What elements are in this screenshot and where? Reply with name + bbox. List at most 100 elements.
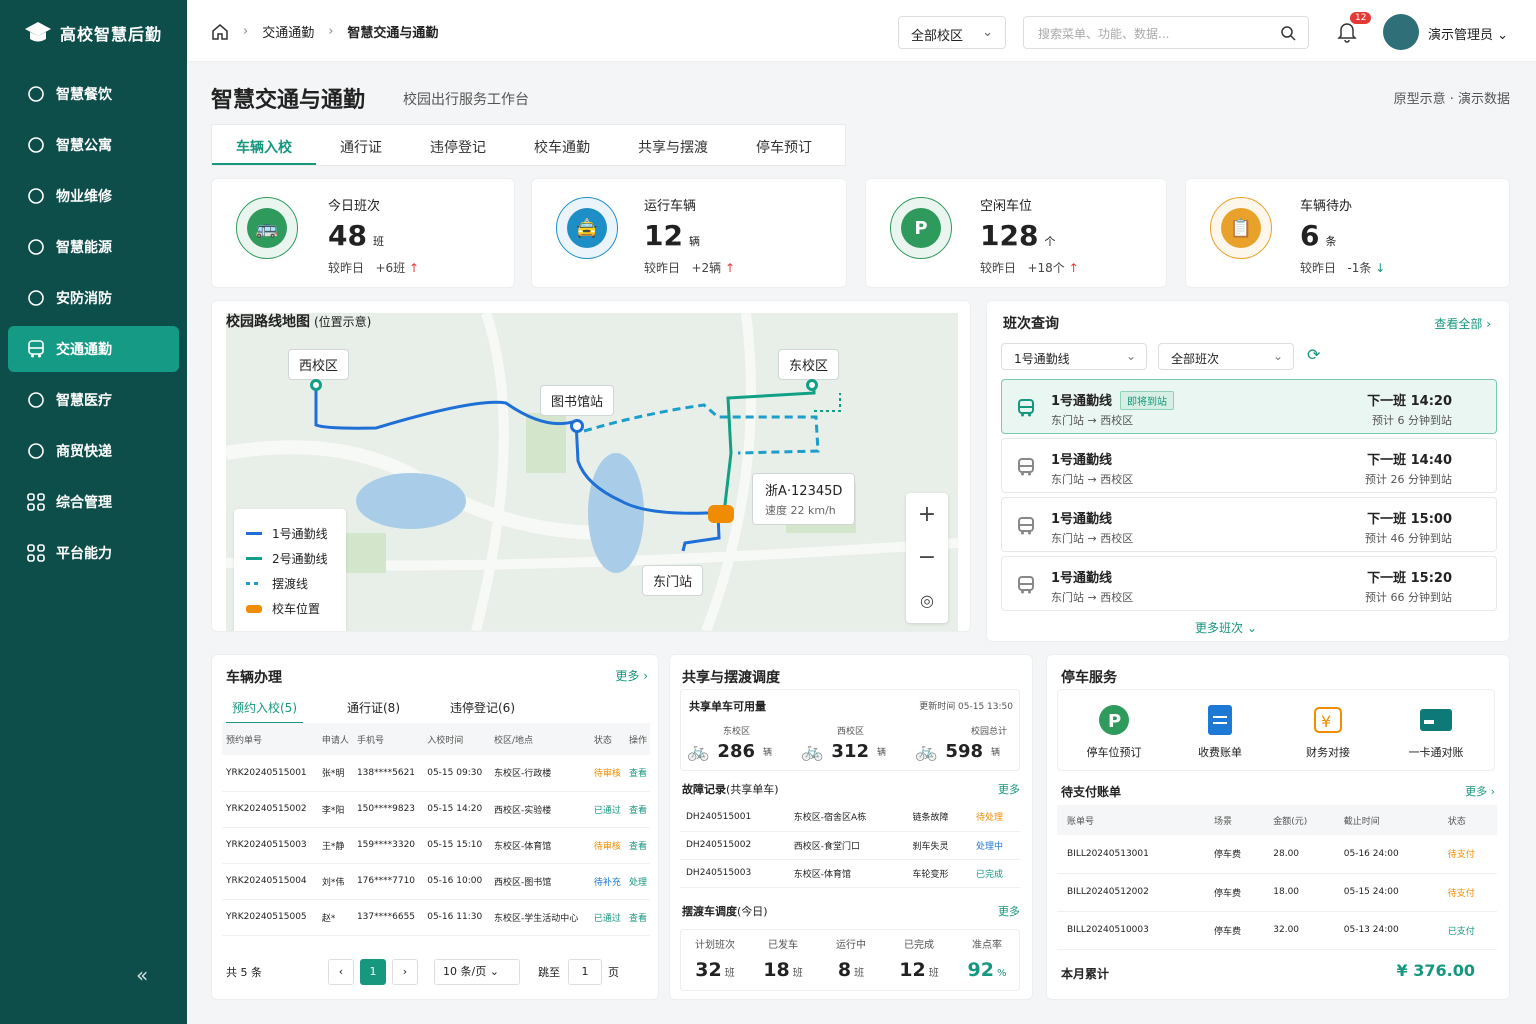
map-legend: 1号通勤线 2号通勤线 摆渡线 校车位置	[234, 509, 346, 631]
sidebar-item-9[interactable]: 平台能力	[8, 530, 179, 576]
pagination: 共 5 条 ‹ 1 › 10 条/页 ⌄ 跳至 1 页	[226, 959, 619, 985]
service-card[interactable]: 一卡通对账	[1386, 700, 1486, 760]
grid-icon	[27, 544, 45, 562]
table-cell: 西校区-食堂门口	[787, 831, 907, 860]
legend-item: 校车位置	[246, 596, 346, 621]
sidebar-item-3[interactable]: 智慧能源	[8, 224, 179, 270]
car-icon: 🚖	[556, 197, 618, 259]
line-select[interactable]: 1号通勤线 ⌄	[1001, 343, 1147, 370]
stat-compare: 较昨日 +6班 ↑	[328, 261, 420, 275]
vehicle-more-link[interactable]: 更多 ›	[615, 667, 648, 684]
row-action-link[interactable]: 查看	[625, 899, 650, 936]
sidebar-item-6[interactable]: 智慧医疗	[8, 377, 179, 423]
route-name: 1号通勤线	[1051, 512, 1113, 527]
sidebar-item-label: 智慧医疗	[56, 393, 112, 409]
tab-5[interactable]: 停车预订	[732, 125, 836, 165]
station-east-pin[interactable]	[806, 379, 818, 391]
tab-2[interactable]: 违停登记	[406, 125, 510, 165]
campus-select[interactable]: 全部校区 ⌄	[898, 16, 1006, 49]
column-header: 账单号	[1057, 805, 1205, 835]
bike-availability: 共享单车可用量 更新时间 05-15 13:50 东校区 🚲 286 辆西校区 🚲 312…	[680, 689, 1020, 771]
sidebar-item-4[interactable]: 安防消防	[8, 275, 179, 321]
shift-select[interactable]: 全部班次 ⌄	[1158, 343, 1294, 370]
vehicle-tab-0[interactable]: 预约入校(5)	[226, 699, 303, 724]
stat-compare: 较昨日 +18个 ↑	[980, 261, 1079, 275]
sidebar-item-7[interactable]: 商贸快递	[8, 428, 179, 474]
prev-page-button[interactable]: ‹	[328, 959, 354, 985]
row-action-link[interactable]: 处理	[625, 863, 650, 900]
sidebar-item-1[interactable]: 智慧公寓	[8, 122, 179, 168]
sidebar-item-5[interactable]: 交通通勤	[8, 326, 179, 372]
service-parking-booking[interactable]: P 停车位预订	[1064, 700, 1164, 760]
next-page-button[interactable]: ›	[392, 959, 418, 985]
row-action-link[interactable]: 查看	[625, 755, 650, 792]
tab-1[interactable]: 通行证	[316, 125, 406, 165]
table-cell: 已支付	[1437, 911, 1497, 950]
route-item[interactable]: 1号通勤线 东门站 → 西校区 下一班 14:40 预计 26 分钟到站	[1001, 438, 1497, 493]
tab-3[interactable]: 校车通勤	[510, 125, 614, 165]
row-action-link[interactable]: 查看	[625, 827, 650, 864]
shuttle-more-link[interactable]: 更多	[998, 903, 1020, 919]
home-icon[interactable]	[211, 23, 229, 41]
zoom-out-icon[interactable]: −	[906, 536, 948, 579]
station-library-pin[interactable]	[570, 419, 584, 433]
chevron-down-icon: ⌄	[982, 25, 993, 40]
jump-input[interactable]: 1	[568, 959, 602, 985]
table-cell: DH240515002	[680, 831, 788, 860]
user-name[interactable]: 演示管理员 ⌄	[1428, 24, 1508, 43]
row-action-link[interactable]: 查看	[625, 791, 650, 828]
vehicle-tab-1[interactable]: 通行证(8)	[341, 699, 406, 724]
locate-icon[interactable]: ◎	[906, 579, 948, 622]
station-west-pin[interactable]	[310, 379, 322, 391]
avatar[interactable]	[1383, 14, 1419, 50]
more-shifts-link[interactable]: 更多班次 ⌄	[1195, 619, 1257, 636]
table-cell: 已完成	[970, 859, 1020, 888]
monthly-total: ¥ 376.00	[1396, 961, 1475, 980]
table-cell: 05-13 24:00	[1333, 911, 1438, 950]
service-bills[interactable]: 收费账单	[1170, 700, 1270, 760]
campus-map[interactable]: 西校区 东校区 图书馆站 东门站 浙A·12345D 速度 22 km/h 1号…	[226, 313, 958, 631]
bell-icon[interactable]	[1337, 21, 1357, 43]
breadcrumb-item[interactable]: 交通通勤	[262, 22, 314, 41]
route-item[interactable]: 1号通勤线 东门站 → 西校区 下一班 15:20 预计 66 分钟到站	[1001, 556, 1497, 611]
page-subtitle: 校园出行服务工作台	[403, 92, 529, 108]
column-header: 操作	[625, 723, 650, 755]
sidebar-item-2[interactable]: 物业维修	[8, 173, 179, 219]
search-icon[interactable]	[1280, 25, 1296, 41]
tab-4[interactable]: 共享与摆渡	[614, 125, 732, 165]
zoom-in-icon[interactable]: +	[906, 493, 948, 536]
chevron-down-icon: ⌄	[1272, 349, 1283, 363]
sidebar-item-0[interactable]: 智慧餐饮	[8, 71, 179, 117]
table-cell: 32.00	[1263, 911, 1334, 950]
table-row: DH240515002 西校区-食堂门口 刹车失灵 处理中	[680, 831, 1020, 860]
next-shift: 下一班 15:20	[1367, 571, 1452, 586]
refresh-icon[interactable]: ⟳	[1307, 345, 1320, 364]
table-cell: 待支付	[1437, 873, 1497, 912]
grid-icon	[27, 493, 45, 511]
route-item[interactable]: 1号通勤线 即将到站 东门站 → 西校区 下一班 14:20 预计 6 分钟到站	[1001, 379, 1497, 434]
fault-more-link[interactable]: 更多	[998, 781, 1020, 797]
total-count: 共 5 条	[226, 966, 262, 979]
bus-location-icon[interactable]	[708, 505, 734, 523]
service-finance[interactable]: ¥ 财务对接	[1278, 700, 1378, 760]
route-path: 东门站 → 西校区	[1051, 591, 1134, 604]
trend-down-icon: ↓	[1375, 261, 1386, 275]
table-cell: 停车费	[1204, 911, 1264, 950]
tab-0[interactable]: 车辆入校	[212, 125, 316, 165]
route-item[interactable]: 1号通勤线 东门站 → 西校区 下一班 15:00 预计 46 分钟到站	[1001, 497, 1497, 552]
table-cell: 处理中	[970, 831, 1020, 860]
app-name: 高校智慧后勤	[60, 25, 163, 44]
search-input[interactable]: 搜索菜单、功能、数据...	[1023, 16, 1309, 49]
table-cell: YRK20240515002	[222, 791, 318, 828]
page-size-select[interactable]: 10 条/页 ⌄	[434, 959, 520, 985]
table-cell: BILL20240512002	[1057, 873, 1205, 912]
page-number[interactable]: 1	[360, 959, 386, 985]
view-all-link[interactable]: 查看全部 ›	[1434, 315, 1491, 332]
map-label-west: 西校区	[288, 349, 350, 380]
table-cell: 待支付	[1437, 835, 1497, 874]
bills-more-link[interactable]: 更多 ›	[1465, 783, 1495, 799]
collapse-sidebar-icon[interactable]: «	[136, 963, 148, 987]
vehicle-tab-2[interactable]: 违停登记(6)	[444, 699, 521, 724]
sidebar-item-8[interactable]: 综合管理	[8, 479, 179, 525]
table-row: DH240515003 东校区-体育馆 车轮变形 已完成	[680, 859, 1020, 888]
